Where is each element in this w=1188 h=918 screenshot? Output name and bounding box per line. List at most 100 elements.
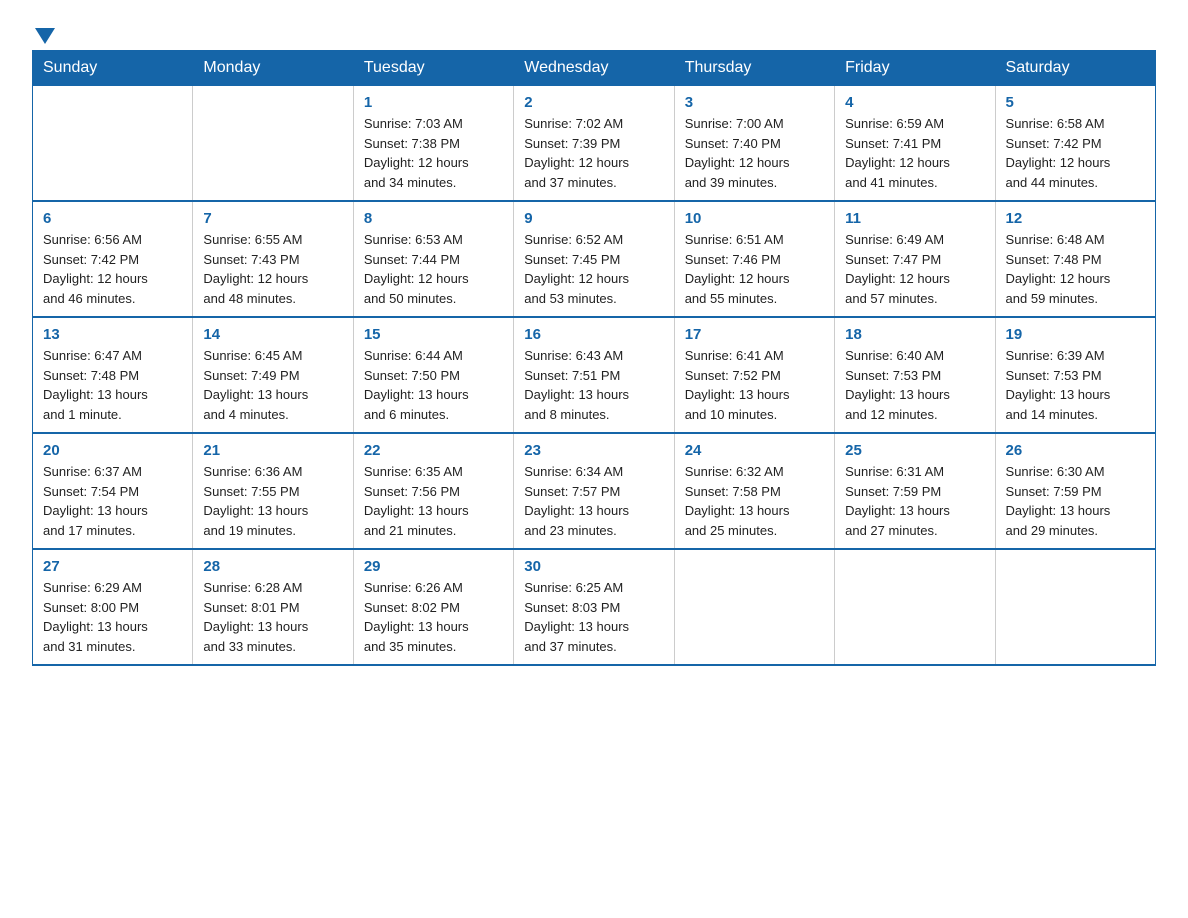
calendar-cell: 24Sunrise: 6:32 AM Sunset: 7:58 PM Dayli… (674, 433, 834, 549)
day-info: Sunrise: 6:51 AM Sunset: 7:46 PM Dayligh… (685, 230, 824, 308)
day-number: 27 (43, 558, 182, 575)
day-info: Sunrise: 6:36 AM Sunset: 7:55 PM Dayligh… (203, 462, 342, 540)
day-info: Sunrise: 6:55 AM Sunset: 7:43 PM Dayligh… (203, 230, 342, 308)
day-info: Sunrise: 6:29 AM Sunset: 8:00 PM Dayligh… (43, 578, 182, 656)
weekday-header-sunday: Sunday (33, 51, 193, 86)
calendar-week-1: 1Sunrise: 7:03 AM Sunset: 7:38 PM Daylig… (33, 86, 1156, 202)
calendar-header: SundayMondayTuesdayWednesdayThursdayFrid… (33, 51, 1156, 86)
logo (32, 24, 55, 42)
weekday-header-row: SundayMondayTuesdayWednesdayThursdayFrid… (33, 51, 1156, 86)
calendar-cell: 25Sunrise: 6:31 AM Sunset: 7:59 PM Dayli… (835, 433, 995, 549)
day-info: Sunrise: 6:37 AM Sunset: 7:54 PM Dayligh… (43, 462, 182, 540)
day-number: 13 (43, 326, 182, 343)
calendar-cell (33, 86, 193, 202)
day-number: 17 (685, 326, 824, 343)
day-number: 20 (43, 442, 182, 459)
day-number: 5 (1006, 94, 1145, 111)
day-number: 3 (685, 94, 824, 111)
calendar-cell (674, 549, 834, 665)
day-number: 15 (364, 326, 503, 343)
calendar-cell: 1Sunrise: 7:03 AM Sunset: 7:38 PM Daylig… (353, 86, 513, 202)
calendar-cell: 21 Sunrise: 6:36 AM Sunset: 7:55 PM Dayli… (193, 433, 353, 549)
day-number: 28 (203, 558, 342, 575)
day-number: 19 (1006, 326, 1145, 343)
day-info: Sunrise: 6:43 AM Sunset: 7:51 PM Dayligh… (524, 346, 663, 424)
weekday-header-saturday: Saturday (995, 51, 1155, 86)
calendar-cell: 6Sunrise: 6:56 AM Sunset: 7:42 PM Daylig… (33, 201, 193, 317)
day-number: 12 (1006, 210, 1145, 227)
day-number: 14 (203, 326, 342, 343)
day-number: 11 (845, 210, 984, 227)
calendar-cell: 26 Sunrise: 6:30 AM Sunset: 7:59 PM Dayli… (995, 433, 1155, 549)
day-info: Sunrise: 6:41 AM Sunset: 7:52 PM Dayligh… (685, 346, 824, 424)
day-info: Sunrise: 6:35 AM Sunset: 7:56 PM Dayligh… (364, 462, 503, 540)
day-number: 18 (845, 326, 984, 343)
weekday-header-monday: Monday (193, 51, 353, 86)
weekday-header-wednesday: Wednesday (514, 51, 674, 86)
weekday-header-friday: Friday (835, 51, 995, 86)
calendar-cell: 7 Sunrise: 6:55 AM Sunset: 7:43 PM Daylig… (193, 201, 353, 317)
calendar-cell: 3Sunrise: 7:00 AM Sunset: 7:40 PM Daylig… (674, 86, 834, 202)
calendar-week-3: 13 Sunrise: 6:47 AM Sunset: 7:48 PM Dayli… (33, 317, 1156, 433)
calendar-cell: 19 Sunrise: 6:39 AM Sunset: 7:53 PM Dayli… (995, 317, 1155, 433)
calendar-cell: 8Sunrise: 6:53 AM Sunset: 7:44 PM Daylig… (353, 201, 513, 317)
calendar-cell: 13 Sunrise: 6:47 AM Sunset: 7:48 PM Dayli… (33, 317, 193, 433)
day-number: 9 (524, 210, 663, 227)
day-number: 2 (524, 94, 663, 111)
calendar-cell: 4 Sunrise: 6:59 AM Sunset: 7:41 PM Daylig… (835, 86, 995, 202)
calendar-cell: 2 Sunrise: 7:02 AM Sunset: 7:39 PM Daylig… (514, 86, 674, 202)
calendar-cell: 27 Sunrise: 6:29 AM Sunset: 8:00 PM Dayli… (33, 549, 193, 665)
day-info: Sunrise: 6:25 AM Sunset: 8:03 PM Dayligh… (524, 578, 663, 656)
day-info: Sunrise: 6:59 AM Sunset: 7:41 PM Dayligh… (845, 114, 984, 192)
calendar-week-2: 6Sunrise: 6:56 AM Sunset: 7:42 PM Daylig… (33, 201, 1156, 317)
calendar-cell: 15 Sunrise: 6:44 AM Sunset: 7:50 PM Dayli… (353, 317, 513, 433)
calendar-cell: 30 Sunrise: 6:25 AM Sunset: 8:03 PM Dayli… (514, 549, 674, 665)
weekday-header-thursday: Thursday (674, 51, 834, 86)
page-header (32, 24, 1156, 42)
day-number: 6 (43, 210, 182, 227)
day-number: 21 (203, 442, 342, 459)
day-info: Sunrise: 6:49 AM Sunset: 7:47 PM Dayligh… (845, 230, 984, 308)
calendar-cell: 12 Sunrise: 6:48 AM Sunset: 7:48 PM Dayli… (995, 201, 1155, 317)
calendar-body: 1Sunrise: 7:03 AM Sunset: 7:38 PM Daylig… (33, 86, 1156, 666)
day-number: 7 (203, 210, 342, 227)
logo-arrow-icon (35, 28, 55, 44)
calendar-cell (835, 549, 995, 665)
calendar-week-4: 20 Sunrise: 6:37 AM Sunset: 7:54 PM Dayli… (33, 433, 1156, 549)
day-info: Sunrise: 6:30 AM Sunset: 7:59 PM Dayligh… (1006, 462, 1145, 540)
day-info: Sunrise: 6:39 AM Sunset: 7:53 PM Dayligh… (1006, 346, 1145, 424)
day-info: Sunrise: 6:48 AM Sunset: 7:48 PM Dayligh… (1006, 230, 1145, 308)
day-number: 8 (364, 210, 503, 227)
calendar-cell: 22 Sunrise: 6:35 AM Sunset: 7:56 PM Dayli… (353, 433, 513, 549)
day-info: Sunrise: 6:45 AM Sunset: 7:49 PM Dayligh… (203, 346, 342, 424)
day-number: 30 (524, 558, 663, 575)
day-number: 22 (364, 442, 503, 459)
calendar-cell: 28Sunrise: 6:28 AM Sunset: 8:01 PM Dayli… (193, 549, 353, 665)
calendar-cell: 14 Sunrise: 6:45 AM Sunset: 7:49 PM Dayli… (193, 317, 353, 433)
calendar-cell (193, 86, 353, 202)
calendar-cell: 10Sunrise: 6:51 AM Sunset: 7:46 PM Dayli… (674, 201, 834, 317)
day-number: 24 (685, 442, 824, 459)
calendar-cell: 17 Sunrise: 6:41 AM Sunset: 7:52 PM Dayli… (674, 317, 834, 433)
day-info: Sunrise: 6:31 AM Sunset: 7:59 PM Dayligh… (845, 462, 984, 540)
calendar-cell: 29 Sunrise: 6:26 AM Sunset: 8:02 PM Dayli… (353, 549, 513, 665)
weekday-header-tuesday: Tuesday (353, 51, 513, 86)
day-number: 29 (364, 558, 503, 575)
calendar-table: SundayMondayTuesdayWednesdayThursdayFrid… (32, 50, 1156, 666)
day-info: Sunrise: 6:26 AM Sunset: 8:02 PM Dayligh… (364, 578, 503, 656)
day-info: Sunrise: 6:40 AM Sunset: 7:53 PM Dayligh… (845, 346, 984, 424)
calendar-cell (995, 549, 1155, 665)
calendar-cell: 11 Sunrise: 6:49 AM Sunset: 7:47 PM Dayli… (835, 201, 995, 317)
day-info: Sunrise: 6:47 AM Sunset: 7:48 PM Dayligh… (43, 346, 182, 424)
day-info: Sunrise: 7:03 AM Sunset: 7:38 PM Dayligh… (364, 114, 503, 192)
calendar-cell: 9 Sunrise: 6:52 AM Sunset: 7:45 PM Daylig… (514, 201, 674, 317)
day-number: 26 (1006, 442, 1145, 459)
day-info: Sunrise: 6:44 AM Sunset: 7:50 PM Dayligh… (364, 346, 503, 424)
calendar-cell: 16 Sunrise: 6:43 AM Sunset: 7:51 PM Dayli… (514, 317, 674, 433)
day-number: 4 (845, 94, 984, 111)
day-info: Sunrise: 6:52 AM Sunset: 7:45 PM Dayligh… (524, 230, 663, 308)
day-info: Sunrise: 6:34 AM Sunset: 7:57 PM Dayligh… (524, 462, 663, 540)
day-info: Sunrise: 7:02 AM Sunset: 7:39 PM Dayligh… (524, 114, 663, 192)
day-number: 16 (524, 326, 663, 343)
calendar-cell: 18 Sunrise: 6:40 AM Sunset: 7:53 PM Dayli… (835, 317, 995, 433)
